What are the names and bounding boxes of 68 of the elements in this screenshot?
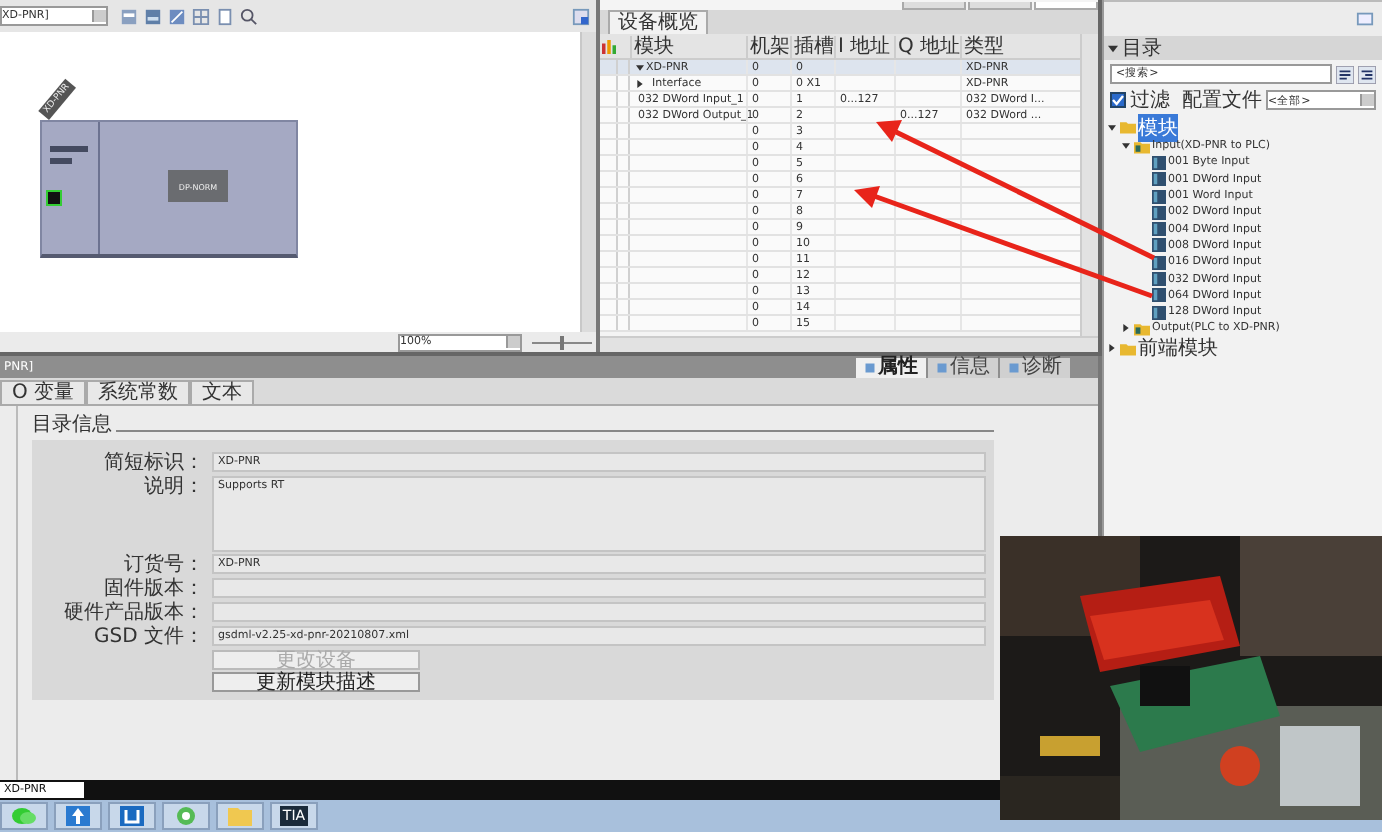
expand-arrow-icon[interactable] bbox=[1108, 344, 1116, 353]
taskbar-app[interactable] bbox=[54, 802, 102, 830]
column-header[interactable]: 机架 bbox=[746, 35, 790, 57]
tab-icon bbox=[864, 361, 876, 373]
tab-label: 属性 bbox=[878, 357, 918, 377]
inspector-tab[interactable]: 诊断 bbox=[1000, 357, 1070, 377]
column-header[interactable]: Q 地址 bbox=[894, 35, 960, 57]
property-tab[interactable]: 文本 bbox=[190, 380, 255, 404]
tree-item[interactable]: 前端模块 bbox=[1138, 334, 1218, 363]
action-button[interactable]: 更新模块描述 bbox=[212, 672, 420, 692]
panel-icon[interactable] bbox=[1356, 10, 1374, 28]
catalog-title: 目录 bbox=[1122, 36, 1162, 62]
folder-icon bbox=[1134, 139, 1150, 154]
panel-icon[interactable] bbox=[572, 7, 590, 25]
collapse-arrow-icon[interactable] bbox=[1108, 43, 1118, 53]
property-tab[interactable]: 系统常数 bbox=[86, 380, 191, 404]
arrow-up-icon bbox=[66, 806, 90, 826]
field-label: 说明： bbox=[142, 476, 206, 498]
tree-item[interactable]: 模块 bbox=[1138, 113, 1178, 141]
column-header[interactable]: 插槽 bbox=[790, 35, 834, 57]
expand-arrow-icon[interactable] bbox=[1122, 142, 1130, 151]
zoom-icon[interactable] bbox=[240, 7, 258, 25]
scrollbar[interactable] bbox=[1080, 34, 1098, 336]
folder-icon bbox=[1134, 321, 1150, 336]
filter-label: 过滤 bbox=[1130, 87, 1170, 114]
text-field[interactable] bbox=[212, 578, 986, 598]
field-label: 硬件产品版本： bbox=[62, 602, 206, 624]
tab-label: 信息 bbox=[950, 357, 990, 377]
chat-icon bbox=[12, 806, 36, 826]
search-icon[interactable] bbox=[1336, 65, 1354, 83]
scrollbar[interactable] bbox=[580, 32, 596, 332]
expand-arrow-icon[interactable] bbox=[636, 63, 644, 71]
grid-icon[interactable] bbox=[192, 7, 210, 25]
search-icon[interactable] bbox=[1358, 65, 1376, 83]
filter-icon[interactable] bbox=[602, 39, 616, 53]
field-label: 固件版本： bbox=[102, 578, 206, 600]
section-title: 目录信息 bbox=[32, 411, 112, 438]
folder-icon bbox=[1120, 341, 1136, 356]
field-label: 简短标识： bbox=[102, 452, 206, 474]
folder-icon bbox=[1120, 120, 1136, 134]
field-label: GSD 文件： bbox=[92, 626, 206, 648]
expand-arrow-icon[interactable] bbox=[636, 79, 644, 87]
ring-icon bbox=[174, 806, 198, 826]
property-tab[interactable]: O 变量 bbox=[0, 380, 87, 404]
expand-arrow-icon[interactable] bbox=[1108, 123, 1116, 131]
taskbar-app[interactable] bbox=[162, 802, 210, 830]
toolbar-icon[interactable] bbox=[144, 7, 162, 25]
bracket-icon bbox=[120, 806, 144, 826]
overview-tab[interactable]: 设备概览 bbox=[608, 10, 708, 34]
tab-icon bbox=[1008, 361, 1020, 373]
port-icon bbox=[46, 190, 62, 206]
folder-icon bbox=[228, 806, 252, 826]
field-label: 订货号： bbox=[122, 554, 206, 576]
column-header[interactable]: 模块 bbox=[630, 35, 746, 57]
tab-label: 诊断 bbox=[1022, 357, 1062, 377]
expand-arrow-icon[interactable] bbox=[1122, 324, 1130, 333]
profile-label: 配置文件 bbox=[1182, 87, 1262, 114]
inspector-tab[interactable]: 属性 bbox=[856, 357, 926, 377]
tab-icon bbox=[936, 361, 948, 373]
scrollbar[interactable] bbox=[600, 336, 1098, 352]
text-field[interactable] bbox=[212, 602, 986, 622]
column-header[interactable]: I 地址 bbox=[834, 35, 894, 57]
inspector-tab[interactable]: 信息 bbox=[928, 357, 998, 377]
view-tab[interactable] bbox=[1034, 2, 1098, 10]
taskbar-app[interactable] bbox=[108, 802, 156, 830]
toolbar-icon[interactable] bbox=[216, 7, 234, 25]
filter-checkbox[interactable] bbox=[1110, 92, 1126, 108]
toolbar-icon[interactable] bbox=[120, 7, 138, 25]
